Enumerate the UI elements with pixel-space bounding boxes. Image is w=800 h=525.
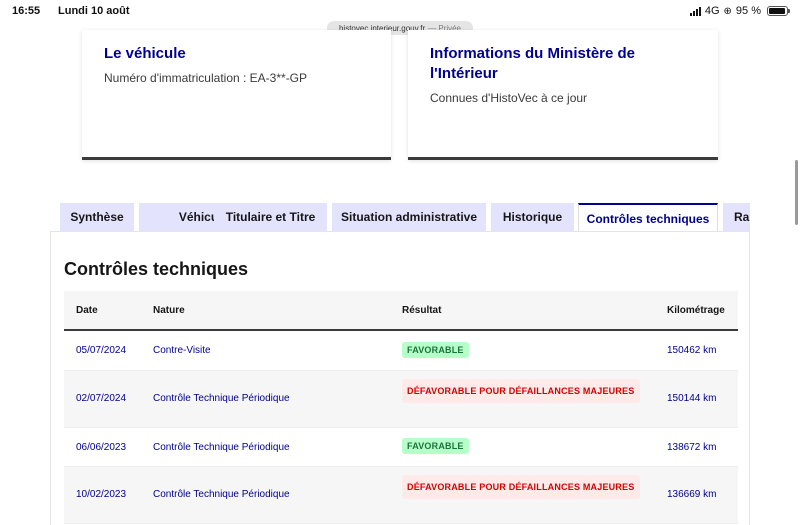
row-mileage: 150462 km (667, 345, 717, 356)
ministry-card-title: Informations du Ministère de l'Intérieur (430, 45, 636, 82)
table-row: 02/07/2024 Contrôle Technique Périodique… (64, 371, 738, 428)
cellular-signal-icon (689, 6, 701, 16)
result-badge-defavorable: DÉFAVORABLE POUR DÉFAILLANCES MAJEURES (402, 379, 640, 403)
battery-icon (767, 6, 790, 16)
vehicle-plate-number: Numéro d'immatriculation : EA-3**-GP (104, 71, 308, 85)
row-nature: Contrôle Technique Périodique (153, 393, 290, 404)
row-nature: Contre-Visite (153, 345, 211, 356)
tab-label: Contrôles techniques (586, 211, 710, 226)
tab-label: Synthèse (70, 210, 124, 224)
tab-controles-techniques[interactable]: Contrôles techniques (578, 203, 718, 232)
tab-situation-administrative[interactable]: Situation administrative (332, 203, 486, 231)
ministry-card: Informations du Ministère de l'Intérieur… (408, 30, 718, 160)
vehicle-card: Le véhicule Numéro d'immatriculation : E… (82, 30, 391, 160)
result-badge-favorable: FAVORABLE (402, 438, 469, 454)
vehicle-card-title: Le véhicule (104, 45, 186, 62)
header-mileage: Kilométrage (667, 305, 725, 316)
tab-titulaire-et-titre[interactable]: Titulaire et Titre (214, 203, 327, 231)
tab-rapport[interactable]: Rap (723, 203, 750, 231)
row-date: 05/07/2024 (76, 345, 127, 356)
row-date: 06/06/2023 (76, 442, 127, 453)
table-row: 06/06/2023 Contrôle Technique Périodique… (64, 428, 738, 467)
row-nature: Contrôle Technique Périodique (153, 489, 290, 500)
tab-label: Titulaire et Titre (225, 210, 316, 224)
scrollbar[interactable] (795, 160, 798, 225)
header-date: Date (76, 305, 98, 316)
header-nature: Nature (153, 305, 185, 316)
network-type: 4G (704, 5, 720, 17)
result-badge-defavorable: DÉFAVORABLE POUR DÉFAILLANCES MAJEURES (402, 475, 640, 499)
tab-historique[interactable]: Historique (491, 203, 574, 231)
status-time: 16:55 (12, 5, 41, 17)
tab-label: Historique (502, 210, 563, 224)
inspections-table: Date Nature Résultat Kilométrage 05/07/2… (64, 291, 738, 524)
header-result: Résultat (402, 305, 442, 316)
technical-inspections-panel: Contrôles techniques Date Nature Résulta… (50, 231, 750, 525)
row-date: 10/02/2023 (76, 489, 127, 500)
tab-synthese[interactable]: Synthèse (60, 203, 134, 231)
section-title: Contrôles techniques (64, 259, 249, 279)
table-row: 05/07/2024 Contre-Visite FAVORABLE 15046… (64, 331, 738, 371)
table-header: Date Nature Résultat Kilométrage (64, 291, 738, 331)
tab-label: Rap (734, 210, 750, 224)
result-badge-favorable: FAVORABLE (402, 342, 469, 358)
row-mileage: 136669 km (667, 489, 717, 500)
row-date: 02/07/2024 (76, 393, 127, 404)
tab-label: Situation administrative (340, 210, 478, 224)
row-nature: Contrôle Technique Périodique (153, 442, 290, 453)
status-date: Lundi 10 août (58, 5, 130, 17)
location-icon: ⊕ (723, 5, 732, 17)
row-mileage: 150144 km (667, 393, 717, 404)
table-row: 10/02/2023 Contrôle Technique Périodique… (64, 467, 738, 524)
row-mileage: 138672 km (667, 442, 717, 453)
battery-percent: 95 % (735, 5, 761, 17)
tab-bar: Synthèse Véhicule Titulaire et Titre Sit… (60, 203, 750, 232)
status-indicators: 4G ⊕ 95 % (689, 5, 790, 17)
ministry-card-subtitle: Connues d'HistoVec à ce jour (430, 91, 588, 105)
